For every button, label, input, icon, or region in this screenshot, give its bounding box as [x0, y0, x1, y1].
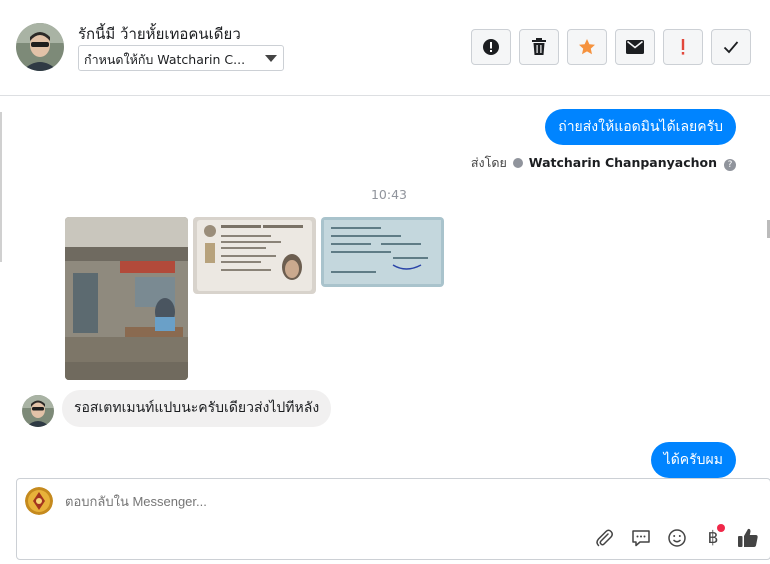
chat-bubble-icon: [632, 530, 650, 547]
baht-icon: ฿: [707, 528, 719, 548]
mark-unread-button[interactable]: [615, 29, 655, 65]
inbox-conversation-view: รักนี้มี ว้ายหั้ยเทอคนเดียว กำหนดให้กับ …: [0, 0, 770, 564]
spam-button[interactable]: [471, 29, 511, 65]
notification-dot: [717, 524, 725, 532]
paperclip-icon: [596, 529, 613, 547]
star-button[interactable]: [567, 29, 607, 65]
message-text: รอสเตทเมนท์แปบนะครับเดียวส่งไปทีหลัง: [74, 400, 320, 416]
assign-to-dropdown[interactable]: กำหนดให้กับ Watcharin C...: [78, 45, 284, 71]
trash-icon: [532, 38, 546, 55]
sent-by-name[interactable]: Watcharin Chanpanyachon: [529, 155, 717, 170]
envelope-icon: [626, 40, 644, 54]
exclamation-circle-icon: [483, 39, 499, 55]
page-avatar: [25, 487, 53, 515]
delete-button[interactable]: [519, 29, 559, 65]
reply-input[interactable]: [65, 494, 665, 509]
contact-avatar[interactable]: [16, 23, 64, 71]
outgoing-message[interactable]: ได้ครับผม: [650, 442, 736, 478]
reply-composer: ฿: [16, 478, 770, 560]
incoming-message[interactable]: รอสเตทเมนท์แปบนะครับเดียวส่งไปทีหลัง: [62, 390, 332, 427]
conversation-header: รักนี้มี ว้ายหั้ยเทอคนเดียว กำหนดให้กับ …: [0, 0, 770, 96]
sent-by-line: ส่งโดย Watcharin Chanpanyachon ?: [471, 153, 736, 173]
message-text: ถ่ายส่งให้แอดมินได้เลยครับ: [558, 119, 723, 135]
verified-dot-icon: [512, 158, 523, 168]
contact-name: รักนี้มี ว้ายหั้ยเทอคนเดียว: [78, 25, 241, 43]
assign-to-value: กำหนดให้กับ Watcharin C...: [84, 52, 246, 67]
outgoing-message[interactable]: ถ่ายส่งให้แอดมินได้เลยครับ: [545, 109, 736, 145]
like-button[interactable]: [735, 525, 761, 551]
mark-done-button[interactable]: [711, 29, 751, 65]
photo-id-card[interactable]: [193, 217, 316, 294]
photo-bank-document[interactable]: [321, 217, 444, 287]
contact-avatar-small[interactable]: [22, 395, 54, 427]
smiley-icon: [668, 529, 686, 547]
emoji-button[interactable]: [664, 525, 690, 551]
photo-shop-scene[interactable]: [65, 217, 188, 380]
thumbs-up-icon: [738, 528, 758, 547]
exclamation-mark-icon: [681, 39, 685, 55]
caret-down-icon: [265, 55, 277, 62]
follow-up-button[interactable]: [663, 29, 703, 65]
saved-replies-button[interactable]: [628, 525, 654, 551]
attach-button[interactable]: [591, 525, 617, 551]
star-icon: [579, 39, 595, 55]
timestamp: 10:43: [370, 187, 408, 202]
message-text: ได้ครับผม: [663, 452, 723, 468]
help-icon[interactable]: ?: [724, 159, 736, 171]
check-icon: [723, 41, 739, 54]
sent-by-prefix: ส่งโดย: [470, 155, 507, 170]
payment-button[interactable]: ฿: [700, 524, 726, 551]
